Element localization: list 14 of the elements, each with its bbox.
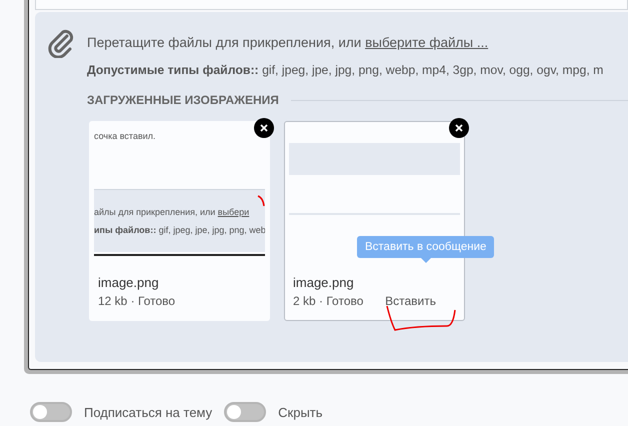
file-meta: 2 kb · Готово xyxy=(293,294,364,308)
drop-hint: Перетащите файлы для прикрепления, или выберите файлы ... xyxy=(87,34,490,52)
file-name: image.png xyxy=(293,275,355,290)
toggle-label: Подписаться на тему xyxy=(84,404,212,420)
insert-button[interactable]: Вставить xyxy=(385,294,456,308)
toggle-label: Скрыть xyxy=(278,404,323,420)
file-meta: 12 kb · Готово xyxy=(98,294,176,308)
choose-files-link[interactable]: выберите файлы ... xyxy=(365,35,488,50)
preview-text: айлы для прикрепления, или выбери xyxy=(94,207,250,217)
file-name: image.png xyxy=(98,275,160,290)
tooltip: Вставить в сообщение xyxy=(357,236,494,258)
section-heading: ЗАГРУЖЕННЫЕ ИЗОБРАЖЕНИЯ xyxy=(87,93,279,107)
preview-text: сочка вставил. xyxy=(94,130,157,143)
allowed-types: Допустимые типы файлов:: gif, jpeg, jpe, jpg, png, webp, mp4, 3gp, mov, ogg, ogv, mpg, m xyxy=(87,62,604,79)
